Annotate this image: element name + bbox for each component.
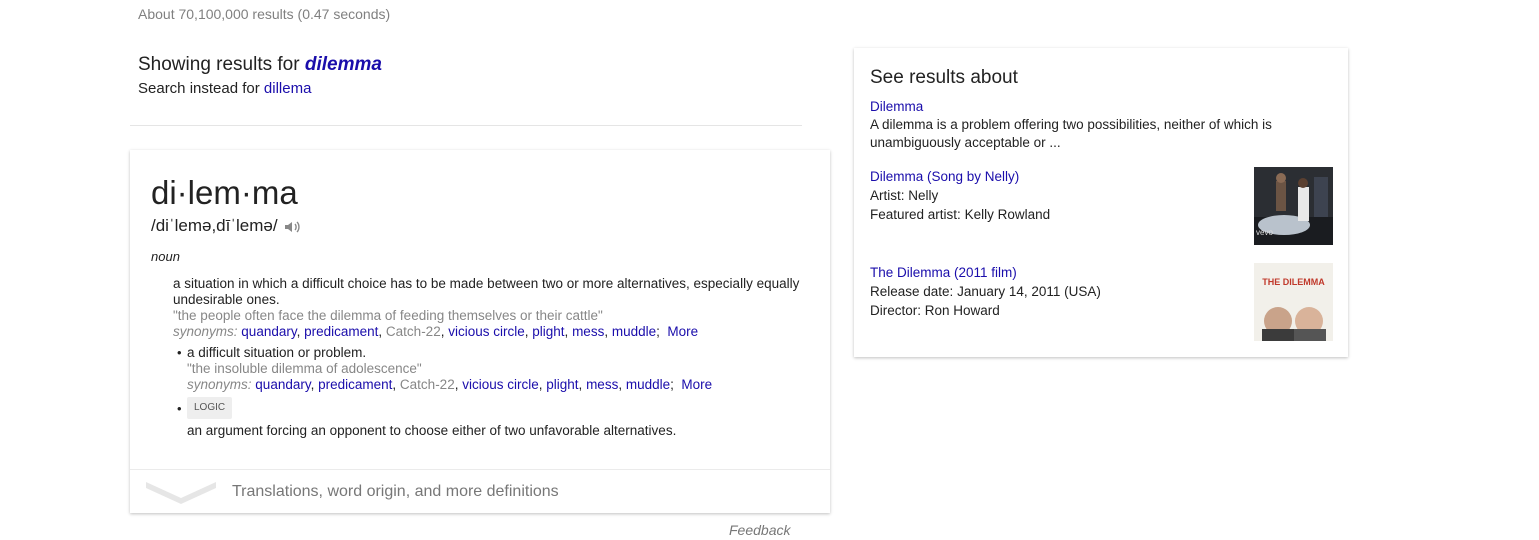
result-stats: About 70,100,000 results (0.47 seconds) <box>138 6 391 22</box>
synonym-link[interactable]: vicious circle <box>462 377 539 392</box>
attribute-value: Ron Howard <box>924 303 1000 318</box>
synonyms-more-link[interactable]: More <box>667 324 698 339</box>
attribute-value: Kelly Rowland <box>964 207 1051 222</box>
pronunciation-text: /diˈlemə,dīˈlemə/ <box>151 216 278 235</box>
synonym-link[interactable]: quandary <box>255 377 310 392</box>
more-definitions-bar[interactable]: Translations, word origin, and more defi… <box>130 469 830 514</box>
synonym-text: Catch-22 <box>399 377 455 392</box>
divider <box>130 125 802 126</box>
synonym-link[interactable]: predicament <box>304 324 378 339</box>
synonyms-label: synonyms: <box>173 324 238 339</box>
film-poster[interactable]: THE DILEMMA <box>1254 263 1333 341</box>
corrected-query-link[interactable]: dilemma <box>305 54 382 75</box>
definition-text: an argument forcing an opponent to choos… <box>187 423 677 438</box>
synonym-link[interactable]: muddle <box>626 377 670 392</box>
part-of-speech: noun <box>151 249 180 264</box>
more-definitions-label: Translations, word origin, and more defi… <box>232 483 559 500</box>
result-item-dilemma: Dilemma A dilemma is a problem offering … <box>870 97 1310 152</box>
synonym-text: Catch-22 <box>385 324 441 339</box>
bullet: • <box>177 401 182 416</box>
synonyms-more-link[interactable]: More <box>681 377 712 392</box>
result-item-film: The Dilemma (2011 film) Release date: Ja… <box>870 263 1240 320</box>
speaker-icon[interactable] <box>284 219 302 233</box>
synonym-link[interactable]: muddle <box>612 324 656 339</box>
svg-text:vevo: vevo <box>1256 228 1273 237</box>
attribute-label: Director: <box>870 303 922 318</box>
attribute-label: Featured artist: <box>870 207 961 222</box>
attribute-label: Release date: <box>870 284 954 299</box>
synonyms-row: synonyms: quandary, predicament, Catch-2… <box>173 324 699 339</box>
feedback-link[interactable]: Feedback <box>729 522 790 538</box>
synonym-link[interactable]: quandary <box>241 324 296 339</box>
definition-2: • a difficult situation or problem. "the… <box>173 345 803 393</box>
synonym-link[interactable]: predicament <box>318 377 392 392</box>
synonym-link[interactable]: mess <box>586 377 618 392</box>
result-item-song: Dilemma (Song by Nelly) Artist: Nelly Fe… <box>870 167 1240 224</box>
original-query-link[interactable]: dillema <box>264 80 312 97</box>
synonyms-row: synonyms: quandary, predicament, Catch-2… <box>187 377 713 392</box>
panel-heading: See results about <box>870 67 1018 88</box>
search-instead-label: Search instead for <box>138 80 260 97</box>
poster-title: THE DILEMMA <box>1262 277 1325 287</box>
definition-3: • LOGIC an argument forcing an opponent … <box>173 397 803 439</box>
synonyms-label: synonyms: <box>187 377 252 392</box>
see-results-about-panel: See results about Dilemma A dilemma is a… <box>854 48 1348 357</box>
synonym-link[interactable]: plight <box>546 377 578 392</box>
definition-1: a situation in which a difficult choice … <box>173 276 803 340</box>
result-description: A dilemma is a problem offering two poss… <box>870 117 1272 150</box>
chevron-down-icon[interactable] <box>146 480 216 504</box>
result-title-link[interactable]: Dilemma <box>870 99 923 114</box>
attribute-value: January 14, 2011 (USA) <box>957 284 1101 299</box>
domain-tag: LOGIC <box>187 397 233 419</box>
synonym-link[interactable]: mess <box>572 324 604 339</box>
definition-text: a difficult situation or problem. <box>187 345 367 360</box>
definition-example: "the insoluble dilemma of adolescence" <box>187 361 422 376</box>
result-title-link[interactable]: The Dilemma (2011 film) <box>870 265 1017 280</box>
pronunciation: /diˈlemə,dīˈlemə/ <box>151 216 302 236</box>
spelling-correction: Showing results for dilemma Search inste… <box>138 54 382 97</box>
definition-example: "the people often face the dilemma of fe… <box>173 308 603 323</box>
synonym-link[interactable]: vicious circle <box>448 324 525 339</box>
definitions-list: a situation in which a difficult choice … <box>173 276 803 439</box>
song-thumbnail[interactable]: vevo <box>1254 167 1333 245</box>
definition-text: a situation in which a difficult choice … <box>173 276 800 307</box>
result-title-link[interactable]: Dilemma (Song by Nelly) <box>870 169 1019 184</box>
bullet: • <box>177 345 182 360</box>
synonym-link[interactable]: plight <box>532 324 564 339</box>
attribute-value: Nelly <box>908 188 939 203</box>
showing-label: Showing results for <box>138 54 300 75</box>
dictionary-card: di·lem·ma /diˈlemə,dīˈlemə/ noun a situa… <box>130 150 830 513</box>
dictionary-word: di·lem·ma <box>151 174 298 211</box>
attribute-label: Artist: <box>870 188 905 203</box>
